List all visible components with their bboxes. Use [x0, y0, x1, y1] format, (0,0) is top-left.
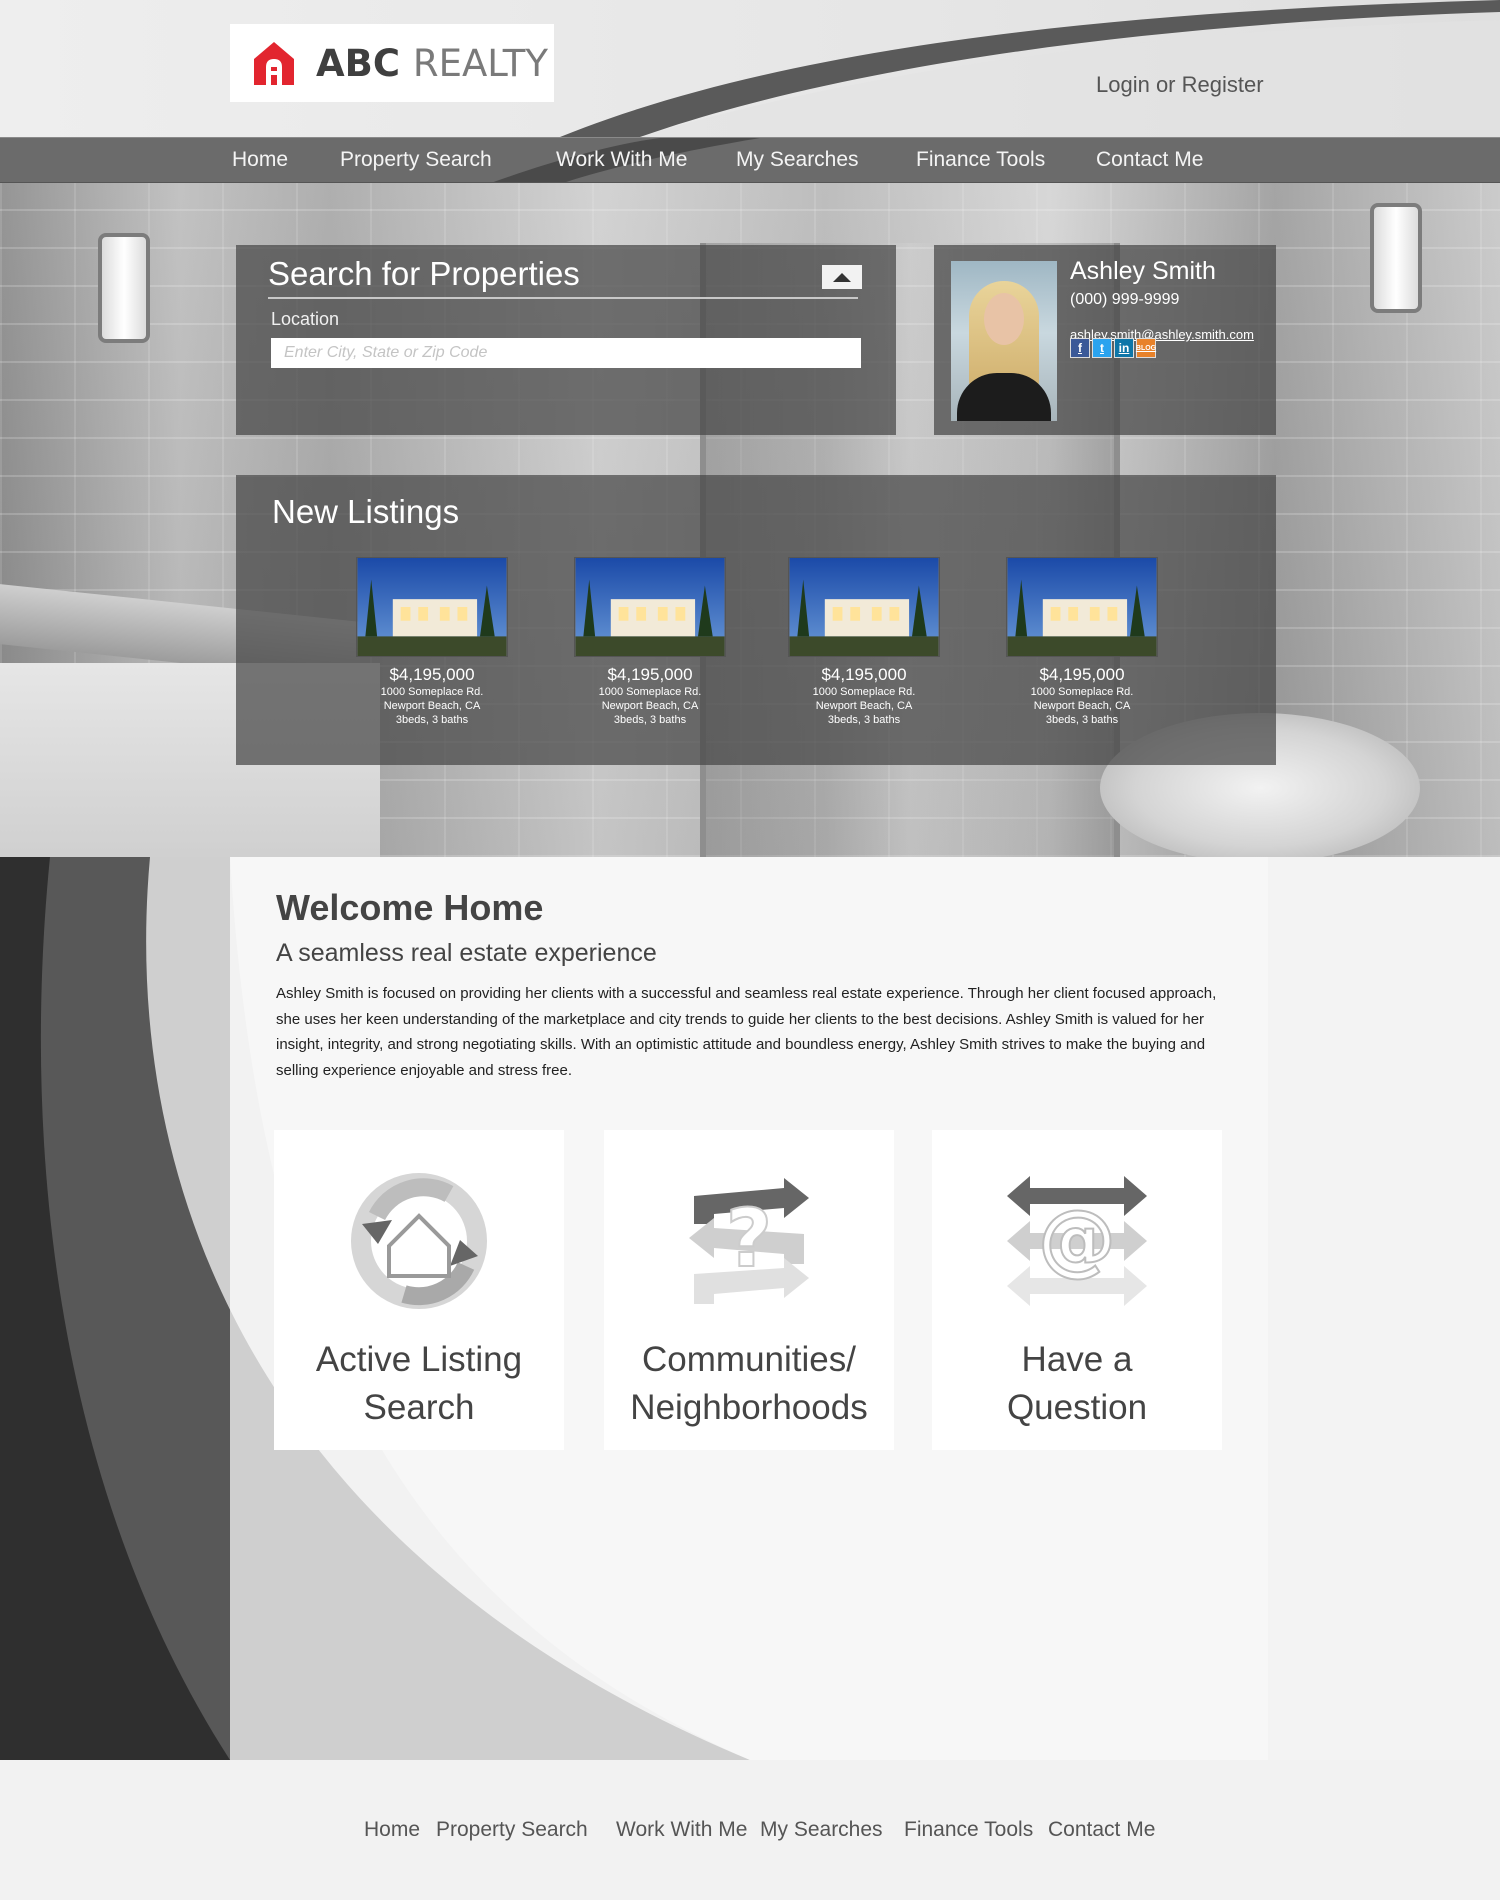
welcome-section: Welcome Home A seamless real estate expe… — [230, 857, 1268, 1760]
login-register-link[interactable]: Login or Register — [1096, 72, 1264, 98]
welcome-subtitle: A seamless real estate experience — [276, 939, 657, 967]
listing-city: Newport Beach, CA — [815, 700, 913, 712]
footer-link-property-search[interactable]: Property Search — [436, 1818, 588, 1842]
listing-photo — [1006, 557, 1158, 657]
agent-name: Ashley Smith — [1070, 257, 1216, 285]
listing-details: 3beds, 3 baths — [395, 714, 469, 726]
house-logo-icon — [254, 42, 294, 85]
facebook-icon[interactable]: f — [1070, 338, 1090, 358]
listing-photo — [788, 557, 940, 657]
search-title: Search for Properties — [268, 255, 580, 292]
nav-item-contact-me[interactable]: Contact Me — [1096, 148, 1203, 172]
agent-phone: (000) 999-9999 — [1070, 291, 1180, 308]
hero-banner: Search for Properties Location Ashley Sm… — [0, 183, 1500, 857]
location-input[interactable] — [271, 338, 861, 368]
svg-text:@: @ — [1038, 1195, 1116, 1285]
social-links: f t in BLOG — [1070, 338, 1156, 358]
listing-price: $4,195,000 — [389, 665, 475, 684]
feature-label: Have a Question — [1006, 1340, 1148, 1427]
brand-name-secondary: REALTY — [412, 41, 549, 85]
footer-link-contact-me[interactable]: Contact Me — [1048, 1818, 1155, 1842]
listing-card[interactable]: $4,195,000 1000 Someplace Rd. Newport Be… — [574, 557, 726, 727]
question-arrows-icon: ? — [689, 1178, 809, 1304]
listing-city: Newport Beach, CA — [601, 700, 699, 712]
site-header: ABC REALTY Login or Register — [0, 0, 1500, 137]
agent-photo — [951, 261, 1057, 421]
main-content: Welcome Home A seamless real estate expe… — [0, 857, 1500, 1760]
listing-price: $4,195,000 — [1039, 665, 1125, 684]
listing-card[interactable]: $4,195,000 1000 Someplace Rd. Newport Be… — [356, 557, 508, 727]
listing-city: Newport Beach, CA — [383, 700, 481, 712]
listing-details: 3beds, 3 baths — [1045, 714, 1119, 726]
at-arrows-icon: @ — [1007, 1176, 1147, 1306]
header-swoosh — [560, 0, 1500, 137]
listing-street: 1000 Someplace Rd. — [598, 686, 702, 698]
active-listing-search-card[interactable]: Active Listing Search — [274, 1130, 564, 1450]
caret-up-icon — [833, 272, 851, 282]
listing-street: 1000 Someplace Rd. — [380, 686, 484, 698]
feature-label: Active Listing Search — [315, 1340, 523, 1427]
twitter-icon[interactable]: t — [1092, 338, 1112, 358]
brand-name: ABC REALTY — [316, 42, 548, 85]
linkedin-icon[interactable]: in — [1114, 338, 1134, 358]
nav-item-my-searches[interactable]: My Searches — [736, 148, 859, 172]
welcome-title: Welcome Home — [276, 887, 544, 928]
listing-city: Newport Beach, CA — [1033, 700, 1131, 712]
new-listings-panel: New Listings $4,195,000 1000 Someplace R… — [236, 475, 1276, 765]
svg-text:?: ? — [726, 1192, 772, 1285]
blog-icon[interactable]: BLOG — [1136, 338, 1156, 358]
footer-link-finance-tools[interactable]: Finance Tools — [904, 1818, 1033, 1842]
nav-item-property-search[interactable]: Property Search — [340, 148, 492, 172]
search-divider — [268, 297, 858, 299]
footer-link-home[interactable]: Home — [364, 1818, 420, 1842]
footer-link-my-searches[interactable]: My Searches — [760, 1818, 883, 1842]
communities-neighborhoods-card[interactable]: ? Communities/ Neighborhoods — [604, 1130, 894, 1450]
nav-item-work-with-me[interactable]: Work With Me — [556, 148, 687, 172]
listing-price: $4,195,000 — [821, 665, 907, 684]
listing-photo — [356, 557, 508, 657]
nav-item-finance-tools[interactable]: Finance Tools — [916, 148, 1045, 172]
site-footer: Home Property Search Work With Me My Sea… — [0, 1760, 1500, 1900]
listing-details: 3beds, 3 baths — [827, 714, 901, 726]
collapse-search-button[interactable] — [822, 265, 862, 289]
have-a-question-card[interactable]: @ Have a Question — [932, 1130, 1222, 1450]
listings-title: New Listings — [272, 493, 460, 530]
brand-name-primary: ABC — [316, 41, 400, 85]
listing-card[interactable]: $4,195,000 1000 Someplace Rd. Newport Be… — [788, 557, 940, 727]
main-nav: Home Property Search Work With Me My Sea… — [0, 137, 1500, 183]
listing-street: 1000 Someplace Rd. — [1030, 686, 1134, 698]
location-label: Location — [271, 309, 340, 329]
nav-item-home[interactable]: Home — [232, 148, 288, 172]
feature-label: Communities/ Neighborhoods — [630, 1340, 868, 1427]
hero-lamp-right — [1370, 203, 1422, 313]
listing-price: $4,195,000 — [607, 665, 693, 684]
listing-photo — [574, 557, 726, 657]
agent-card: Ashley Smith (000) 999-9999 ashley.smith… — [934, 245, 1276, 435]
property-search-panel: Search for Properties Location — [236, 245, 896, 435]
house-cycle-icon — [351, 1173, 487, 1309]
logo[interactable]: ABC REALTY — [230, 24, 554, 102]
welcome-body: Ashley Smith is focused on providing her… — [276, 985, 1217, 1079]
footer-link-work-with-me[interactable]: Work With Me — [616, 1818, 747, 1842]
hero-lamp-left — [98, 233, 150, 343]
listing-street: 1000 Someplace Rd. — [812, 686, 916, 698]
listing-details: 3beds, 3 baths — [613, 714, 687, 726]
listing-card[interactable]: $4,195,000 1000 Someplace Rd. Newport Be… — [1006, 557, 1158, 727]
